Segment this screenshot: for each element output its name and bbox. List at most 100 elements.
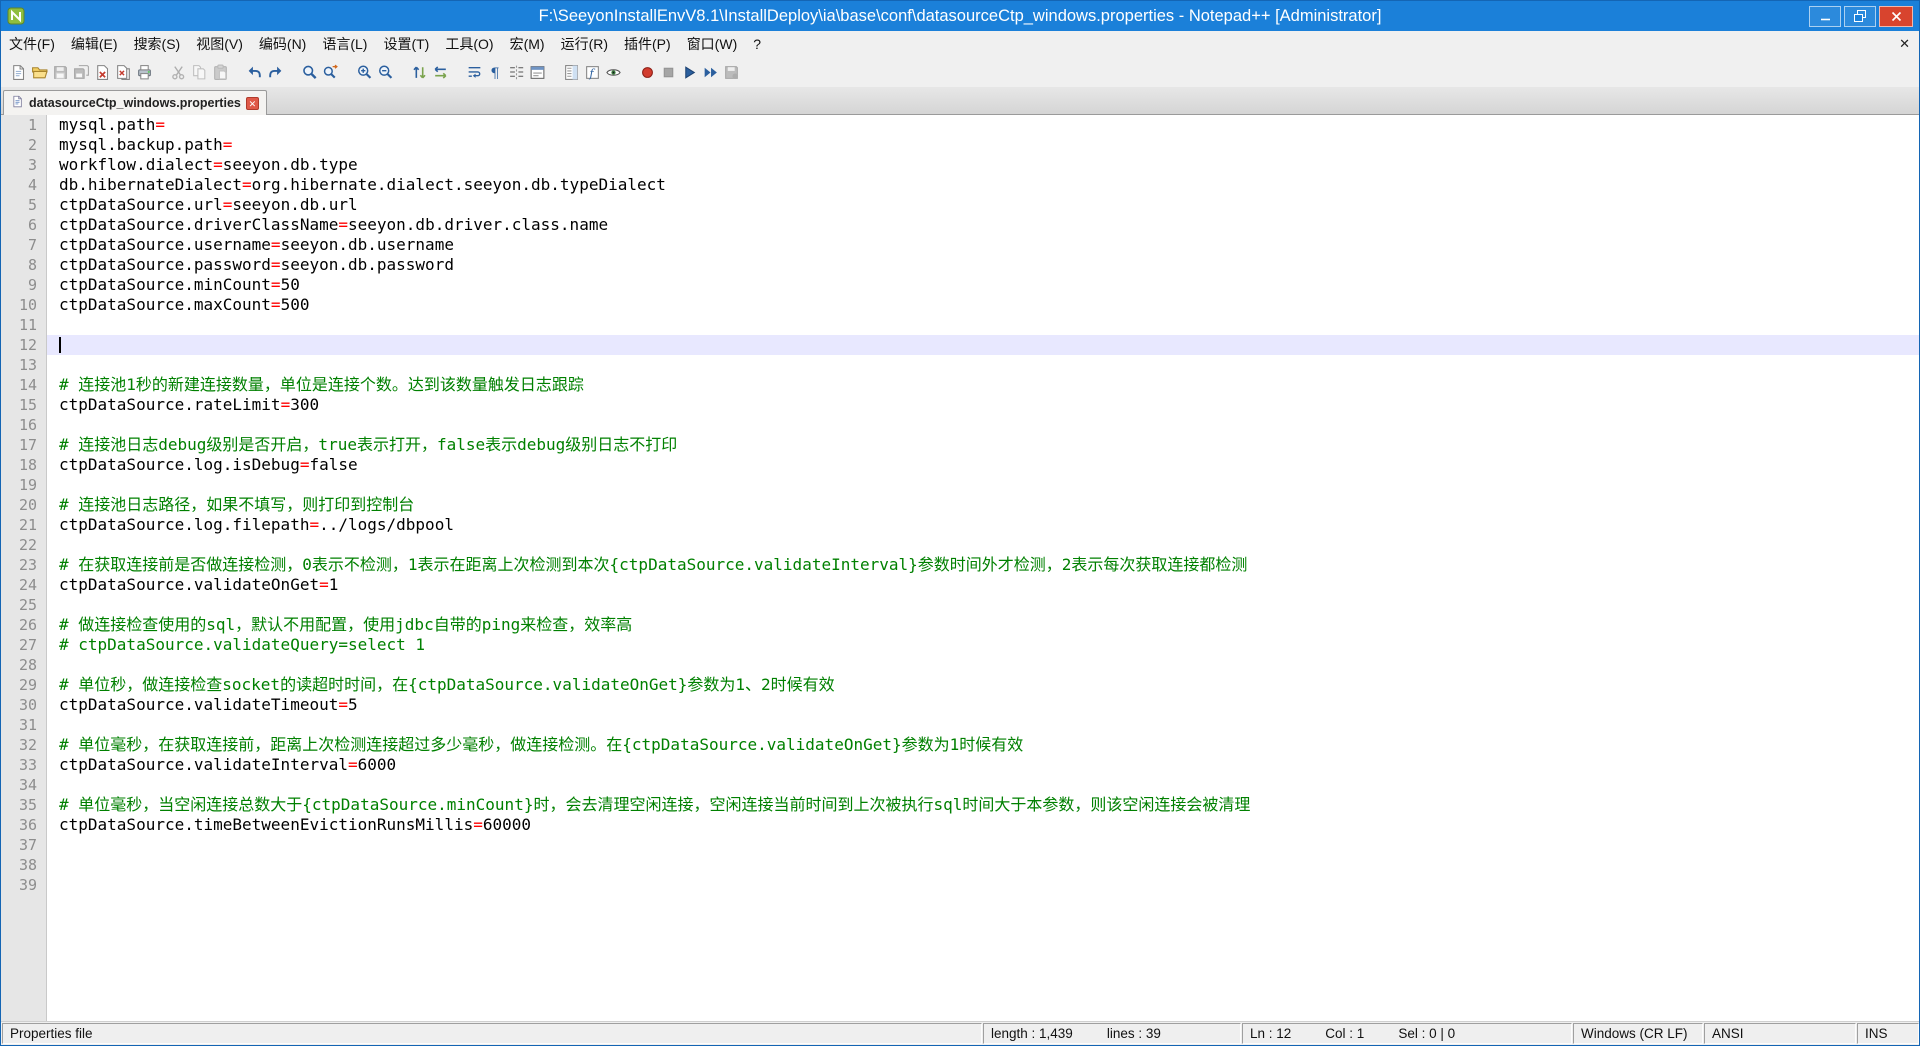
open-folder-icon[interactable] [29, 62, 50, 83]
minimize-button[interactable] [1809, 6, 1841, 27]
show-all-chars-icon[interactable]: ¶ [485, 62, 506, 83]
property-value-token: seeyon.db.driver.class.name [348, 215, 608, 234]
toolbar-group [295, 62, 345, 83]
sync-vertical-icon[interactable] [409, 62, 430, 83]
editor-line-27[interactable]: # ctpDataSource.validateQuery=select 1 [47, 635, 1919, 655]
menu-item-help[interactable]: ? [745, 31, 769, 57]
menu-item-view[interactable]: 视图(V) [188, 31, 251, 57]
zoom-out-icon[interactable] [375, 62, 396, 83]
playback-macro-icon[interactable] [679, 62, 700, 83]
editor-line-15[interactable]: ctpDataSource.rateLimit=300 [47, 395, 1919, 415]
menu-item-plugins[interactable]: 插件(P) [616, 31, 679, 57]
menu-item-window[interactable]: 窗口(W) [679, 31, 746, 57]
menu-item-language[interactable]: 语言(L) [314, 31, 375, 57]
editor-line-16[interactable] [47, 415, 1919, 435]
doc-map-icon[interactable] [561, 62, 582, 83]
editor-line-18[interactable]: ctpDataSource.log.isDebug=false [47, 455, 1919, 475]
editor-line-2[interactable]: mysql.backup.path= [47, 135, 1919, 155]
editor-line-12[interactable] [47, 335, 1919, 355]
restore-button[interactable] [1844, 6, 1876, 27]
editor-line-33[interactable]: ctpDataSource.validateInterval=6000 [47, 755, 1919, 775]
close-button[interactable] [1879, 6, 1913, 27]
menu-item-run[interactable]: 运行(R) [553, 31, 616, 57]
menu-item-encoding[interactable]: 编码(N) [251, 31, 314, 57]
editor-line-29[interactable]: # 单位秒，做连接检查socket的读超时时间，在{ctpDataSource.… [47, 675, 1919, 695]
editor-line-4[interactable]: db.hibernateDialect=org.hibernate.dialec… [47, 175, 1919, 195]
menu-item-tools[interactable]: 工具(O) [437, 31, 501, 57]
record-macro-icon[interactable] [637, 62, 658, 83]
window-title: F:\SeeyonInstallEnvV8.1\InstallDeploy\ia… [539, 7, 1382, 26]
menu-item-edit[interactable]: 编辑(E) [63, 31, 126, 57]
editor-line-6[interactable]: ctpDataSource.driverClassName=seeyon.db.… [47, 215, 1919, 235]
editor-line-20[interactable]: # 连接池日志路径，如果不填写，则打印到控制台 [47, 495, 1919, 515]
text-area[interactable]: mysql.path=mysql.backup.path=workflow.di… [47, 115, 1919, 1021]
undo-icon[interactable] [244, 62, 265, 83]
editor-line-17[interactable]: # 连接池日志debug级别是否开启，true表示打开，false表示debug… [47, 435, 1919, 455]
zoom-in-icon[interactable] [354, 62, 375, 83]
editor-line-25[interactable] [47, 595, 1919, 615]
editor-line-9[interactable]: ctpDataSource.minCount=50 [47, 275, 1919, 295]
editor-line-26[interactable]: # 做连接检查使用的sql，默认不用配置，使用jdbc自带的ping来检查，效率… [47, 615, 1919, 635]
status-insert-mode[interactable]: INS [1857, 1023, 1919, 1044]
editor-line-10[interactable]: ctpDataSource.maxCount=500 [47, 295, 1919, 315]
menu-item-search[interactable]: 搜索(S) [126, 31, 189, 57]
replace-icon[interactable] [320, 62, 341, 83]
editor-line-24[interactable]: ctpDataSource.validateOnGet=1 [47, 575, 1919, 595]
editor-line-23[interactable]: # 在获取连接前是否做连接检测，0表示不检测，1表示在距离上次检测到本次{ctp… [47, 555, 1919, 575]
editor-line-21[interactable]: ctpDataSource.log.filepath=../logs/dbpoo… [47, 515, 1919, 535]
status-encoding[interactable]: ANSI [1704, 1023, 1856, 1044]
new-file-icon[interactable] [8, 62, 29, 83]
line-number: 27 [1, 635, 46, 655]
function-list-icon[interactable]: f [582, 62, 603, 83]
close-file-icon[interactable] [92, 62, 113, 83]
user-define-dialog-icon[interactable] [527, 62, 548, 83]
editor-line-13[interactable] [47, 355, 1919, 375]
property-value-token: seeyon.db.password [281, 255, 454, 274]
editor-line-7[interactable]: ctpDataSource.username=seeyon.db.usernam… [47, 235, 1919, 255]
editor[interactable]: 1234567891011121314151617181920212223242… [1, 115, 1919, 1021]
find-icon[interactable] [299, 62, 320, 83]
run-macro-multiple-icon[interactable] [700, 62, 721, 83]
assignment-token: = [155, 115, 165, 134]
editor-line-1[interactable]: mysql.path= [47, 115, 1919, 135]
editor-line-19[interactable] [47, 475, 1919, 495]
indent-guide-icon[interactable] [506, 62, 527, 83]
property-value-token: seeyon.db.url [232, 195, 357, 214]
editor-line-8[interactable]: ctpDataSource.password=seeyon.db.passwor… [47, 255, 1919, 275]
line-number: 26 [1, 615, 46, 635]
editor-line-3[interactable]: workflow.dialect=seeyon.db.type [47, 155, 1919, 175]
editor-line-35[interactable]: # 单位毫秒，当空闲连接总数大于{ctpDataSource.minCount}… [47, 795, 1919, 815]
property-value-token: 300 [290, 395, 319, 414]
redo-icon[interactable] [265, 62, 286, 83]
editor-line-31[interactable] [47, 715, 1919, 735]
editor-line-14[interactable]: # 连接池1秒的新建连接数量，单位是连接个数。达到该数量触发日志跟踪 [47, 375, 1919, 395]
close-all-icon[interactable] [113, 62, 134, 83]
word-wrap-icon[interactable] [464, 62, 485, 83]
editor-line-11[interactable] [47, 315, 1919, 335]
print-icon[interactable] [134, 62, 155, 83]
editor-line-37[interactable] [47, 835, 1919, 855]
menu-item-file[interactable]: 文件(F) [1, 31, 63, 57]
sync-horizontal-icon[interactable] [430, 62, 451, 83]
save-macro-icon [721, 62, 742, 83]
assignment-token: = [223, 195, 233, 214]
status-eol-format[interactable]: Windows (CR LF) [1573, 1023, 1703, 1044]
status-doc-type: Properties file [2, 1023, 982, 1044]
editor-line-5[interactable]: ctpDataSource.url=seeyon.db.url [47, 195, 1919, 215]
editor-line-34[interactable] [47, 775, 1919, 795]
editor-line-32[interactable]: # 单位毫秒，在获取连接前，距离上次检测连接超过多少毫秒，做连接检测。在{ctp… [47, 735, 1919, 755]
property-value-token: 1 [329, 575, 339, 594]
editor-line-39[interactable] [47, 875, 1919, 895]
menu-item-settings[interactable]: 设置(T) [375, 31, 437, 57]
property-value-token: 500 [281, 295, 310, 314]
close-document-icon[interactable]: ✕ [1899, 36, 1910, 52]
monitoring-icon[interactable] [603, 62, 624, 83]
editor-line-38[interactable] [47, 855, 1919, 875]
editor-line-36[interactable]: ctpDataSource.timeBetweenEvictionRunsMil… [47, 815, 1919, 835]
tab-close-icon[interactable]: ✕ [246, 97, 259, 110]
editor-line-28[interactable] [47, 655, 1919, 675]
editor-line-22[interactable] [47, 535, 1919, 555]
editor-line-30[interactable]: ctpDataSource.validateTimeout=5 [47, 695, 1919, 715]
menu-item-macro[interactable]: 宏(M) [502, 31, 553, 57]
tab-datasourcectp-windows-properties[interactable]: datasourceCtp_windows.properties ✕ [3, 90, 267, 115]
